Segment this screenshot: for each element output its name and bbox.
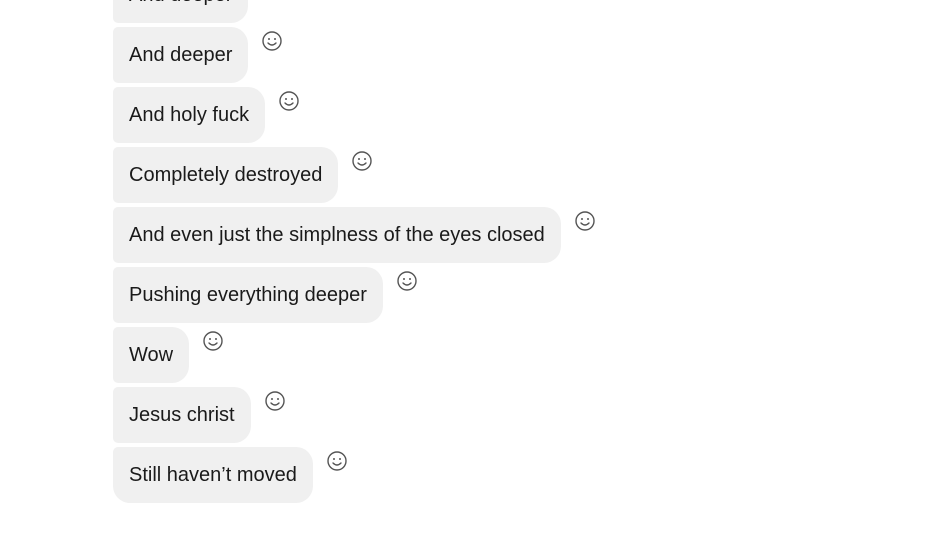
react-smiley-icon[interactable] bbox=[395, 269, 419, 293]
message-thread: And deeper And deeper And holy fuck Comp… bbox=[113, 0, 913, 507]
message-row: Jesus christ bbox=[113, 387, 913, 443]
message-bubble[interactable]: And even just the simplness of the eyes … bbox=[113, 207, 561, 263]
message-row: Still haven’t moved bbox=[113, 447, 913, 503]
message-bubble[interactable]: Wow bbox=[113, 327, 190, 383]
message-bubble[interactable]: Still haven’t moved bbox=[113, 447, 313, 503]
message-bubble[interactable]: And deeper bbox=[113, 0, 249, 23]
message-bubble[interactable]: Completely destroyed bbox=[113, 147, 339, 203]
message-row: And even just the simplness of the eyes … bbox=[113, 207, 913, 263]
react-smiley-icon[interactable] bbox=[263, 389, 287, 413]
message-row: Wow bbox=[113, 327, 913, 383]
message-row: And deeper bbox=[113, 27, 913, 83]
message-bubble[interactable]: Jesus christ bbox=[113, 387, 251, 443]
message-bubble[interactable]: And deeper bbox=[113, 27, 249, 83]
react-smiley-icon[interactable] bbox=[573, 209, 597, 233]
message-row: And deeper bbox=[113, 0, 913, 23]
message-row: Completely destroyed bbox=[113, 147, 913, 203]
message-row: And holy fuck bbox=[113, 87, 913, 143]
react-smiley-icon[interactable] bbox=[350, 149, 374, 173]
react-smiley-icon[interactable] bbox=[325, 449, 349, 473]
react-smiley-icon[interactable] bbox=[201, 329, 225, 353]
message-bubble[interactable]: And holy fuck bbox=[113, 87, 266, 143]
message-bubble[interactable]: Pushing everything deeper bbox=[113, 267, 383, 323]
react-smiley-icon[interactable] bbox=[260, 29, 284, 53]
message-row: Pushing everything deeper bbox=[113, 267, 913, 323]
react-smiley-icon[interactable] bbox=[277, 89, 301, 113]
